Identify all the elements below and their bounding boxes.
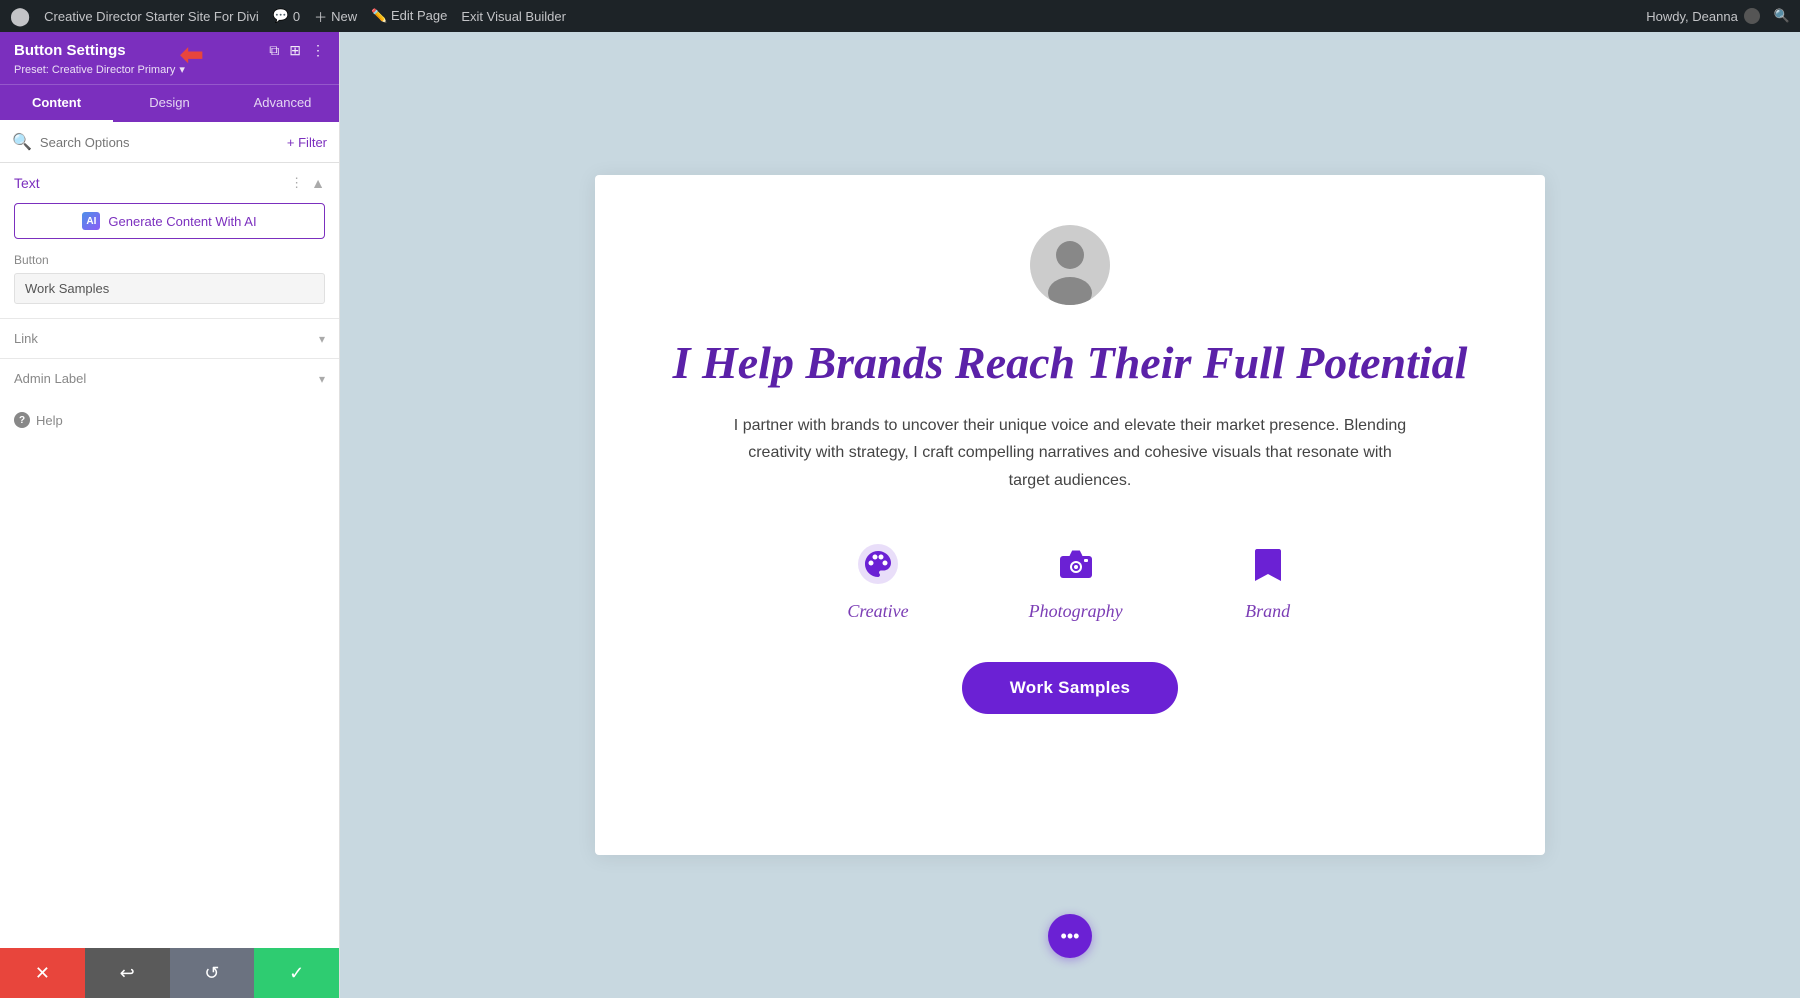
floating-menu-button[interactable]: ••• bbox=[1048, 914, 1092, 958]
link-section-title: Link bbox=[14, 331, 38, 346]
admin-label-section: Admin Label ▾ bbox=[0, 358, 339, 398]
panel-content: Text ⋮ ▲ AI Generate Content With AI But… bbox=[0, 163, 339, 948]
service-photography: Photography bbox=[1029, 539, 1123, 622]
search-icon: 🔍 bbox=[12, 132, 32, 152]
wp-logo-icon[interactable]: ⬤ bbox=[10, 6, 30, 27]
ai-icon: AI bbox=[82, 212, 100, 230]
help-icon: ? bbox=[14, 412, 30, 428]
section-menu-icon[interactable]: ⋮ bbox=[290, 175, 303, 191]
edit-page-link[interactable]: ✏️ Edit Page bbox=[371, 8, 447, 24]
wordpress-admin-bar: ⬤ Creative Director Starter Site For Div… bbox=[0, 0, 1800, 32]
user-avatar bbox=[1744, 8, 1760, 24]
text-section-title: Text bbox=[14, 175, 40, 191]
work-samples-button[interactable]: Work Samples bbox=[962, 662, 1178, 714]
search-options-input[interactable] bbox=[40, 135, 279, 150]
button-text-field-group: Button bbox=[0, 249, 339, 318]
hero-heading: I Help Brands Reach Their Full Potential bbox=[673, 335, 1468, 390]
preset-label[interactable]: Preset: Creative Director Primary ▾ bbox=[14, 63, 325, 76]
bottom-toolbar: ✕ ↩ ↺ ✓ bbox=[0, 948, 339, 998]
exit-builder-link[interactable]: Exit Visual Builder bbox=[461, 9, 566, 24]
palette-icon bbox=[853, 539, 903, 589]
bookmark-icon bbox=[1243, 539, 1293, 589]
save-icon: ✓ bbox=[289, 963, 304, 984]
creative-label: Creative bbox=[847, 601, 908, 622]
tab-advanced[interactable]: Advanced bbox=[226, 85, 339, 122]
link-chevron-icon[interactable]: ▾ bbox=[319, 332, 325, 346]
service-brand: Brand bbox=[1243, 539, 1293, 622]
redo-icon: ↺ bbox=[204, 963, 219, 984]
link-section-header[interactable]: Link ▾ bbox=[0, 319, 339, 358]
panel-header: Button Settings ⧉ ⊞ ⋮ ⬅ Preset: Creative… bbox=[0, 32, 339, 84]
close-button[interactable]: ✕ bbox=[0, 948, 85, 998]
comment-count[interactable]: 💬 0 bbox=[273, 8, 300, 24]
admin-label-chevron-icon[interactable]: ▾ bbox=[319, 372, 325, 386]
ai-button-label: Generate Content With AI bbox=[108, 214, 256, 229]
hero-card: I Help Brands Reach Their Full Potential… bbox=[595, 175, 1545, 855]
admin-label-header[interactable]: Admin Label ▾ bbox=[0, 359, 339, 398]
link-section: Link ▾ bbox=[0, 318, 339, 358]
help-label: Help bbox=[36, 413, 63, 428]
undo-icon: ↩ bbox=[120, 963, 135, 984]
button-text-input[interactable] bbox=[14, 273, 325, 304]
services-row: Creative Photography bbox=[655, 539, 1485, 622]
tab-design[interactable]: Design bbox=[113, 85, 226, 122]
tab-content[interactable]: Content bbox=[0, 85, 113, 122]
search-toggle-icon[interactable]: 🔍 bbox=[1774, 8, 1790, 24]
section-collapse-icon[interactable]: ▲ bbox=[311, 175, 325, 191]
text-section: Text ⋮ ▲ AI Generate Content With AI But… bbox=[0, 163, 339, 318]
save-button[interactable]: ✓ bbox=[254, 948, 339, 998]
admin-label-title: Admin Label bbox=[14, 371, 86, 386]
text-section-header[interactable]: Text ⋮ ▲ bbox=[0, 163, 339, 199]
redo-button[interactable]: ↺ bbox=[170, 948, 255, 998]
more-options-icon[interactable]: ⋮ bbox=[311, 42, 325, 59]
site-name-link[interactable]: Creative Director Starter Site For Divi bbox=[44, 9, 259, 24]
brand-label: Brand bbox=[1245, 601, 1290, 622]
search-bar: 🔍 + Filter bbox=[0, 122, 339, 163]
profile-avatar bbox=[1030, 225, 1110, 305]
new-item-button[interactable]: ＋ New bbox=[314, 7, 357, 26]
close-icon: ✕ bbox=[35, 963, 50, 984]
service-creative: Creative bbox=[847, 539, 908, 622]
generate-ai-button[interactable]: AI Generate Content With AI bbox=[14, 203, 325, 239]
button-field-label: Button bbox=[14, 253, 325, 267]
page-preview: I Help Brands Reach Their Full Potential… bbox=[340, 32, 1800, 998]
panel-tabs: Content Design Advanced bbox=[0, 84, 339, 122]
camera-icon bbox=[1051, 539, 1101, 589]
copy-icon[interactable]: ⧉ bbox=[269, 42, 279, 59]
photography-label: Photography bbox=[1029, 601, 1123, 622]
help-section[interactable]: ? Help bbox=[0, 398, 339, 442]
hero-subtext: I partner with brands to uncover their u… bbox=[730, 412, 1410, 494]
panel-title: Button Settings bbox=[14, 42, 126, 59]
settings-panel: Button Settings ⧉ ⊞ ⋮ ⬅ Preset: Creative… bbox=[0, 32, 340, 998]
howdy-user: Howdy, Deanna bbox=[1646, 8, 1760, 24]
undo-button[interactable]: ↩ bbox=[85, 948, 170, 998]
columns-icon[interactable]: ⊞ bbox=[289, 42, 301, 59]
filter-button[interactable]: + Filter bbox=[287, 135, 327, 150]
